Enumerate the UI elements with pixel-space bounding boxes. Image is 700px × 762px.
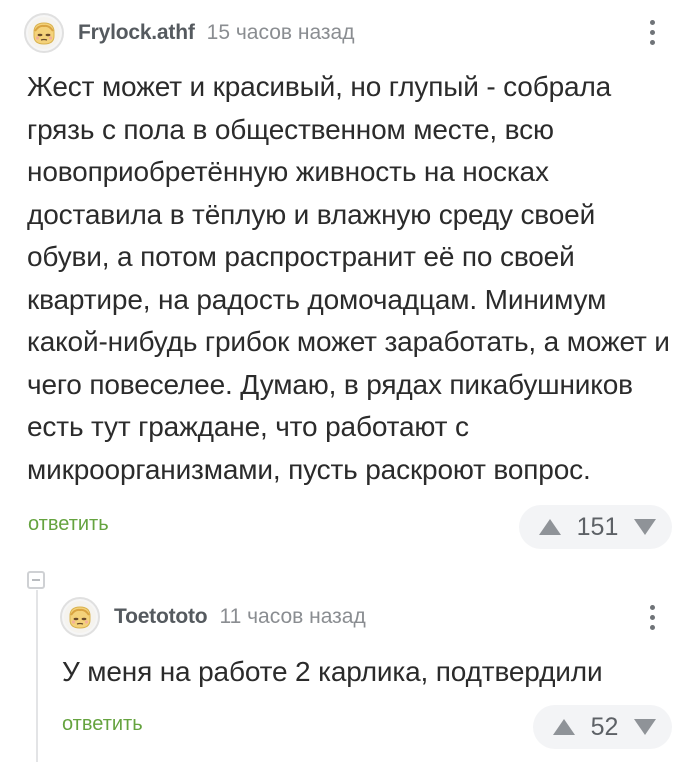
downvote-button[interactable] bbox=[632, 717, 658, 737]
triangle-up-icon bbox=[553, 719, 575, 735]
username[interactable]: Toetototo bbox=[114, 605, 208, 629]
rating-box: 52 bbox=[533, 705, 672, 749]
reply-button[interactable]: ответить bbox=[62, 713, 143, 736]
rating-box: 151 bbox=[519, 505, 672, 549]
timestamp: 11 часов назад bbox=[219, 605, 366, 628]
timestamp: 15 часов назад bbox=[206, 21, 355, 44]
more-vertical-icon bbox=[649, 19, 655, 25]
downvote-button[interactable] bbox=[632, 517, 658, 537]
reply-text: У меня на работе 2 карлика, подтвердили bbox=[62, 656, 603, 687]
minus-square-icon bbox=[32, 579, 40, 581]
more-vertical-icon bbox=[649, 604, 655, 610]
triangle-up-icon bbox=[539, 519, 561, 535]
thread-line[interactable] bbox=[36, 590, 38, 762]
username[interactable]: Frylock.athf bbox=[78, 21, 195, 45]
rating-count: 52 bbox=[590, 712, 619, 741]
upvote-button[interactable] bbox=[537, 517, 563, 537]
rating-count: 151 bbox=[576, 512, 619, 541]
comment: Frylock.athf 15 часов назад Жест может и… bbox=[0, 0, 700, 570]
collapse-thread-button[interactable] bbox=[27, 571, 45, 589]
avatar[interactable] bbox=[24, 13, 64, 53]
more-options-button[interactable] bbox=[640, 12, 664, 52]
more-options-button[interactable] bbox=[640, 597, 664, 637]
comment-header: Frylock.athf 15 часов назад bbox=[24, 12, 354, 54]
default-avatar-icon bbox=[28, 17, 60, 49]
default-avatar-icon bbox=[64, 601, 96, 633]
triangle-down-icon bbox=[634, 719, 656, 735]
avatar[interactable] bbox=[60, 597, 100, 637]
triangle-down-icon bbox=[634, 519, 656, 535]
reply-header: Toetototo 11 часов назад bbox=[60, 596, 366, 638]
comment-text: Жест может и красивый, но глупый - собра… bbox=[27, 71, 670, 485]
reply-button[interactable]: ответить bbox=[28, 513, 109, 536]
upvote-button[interactable] bbox=[551, 717, 577, 737]
